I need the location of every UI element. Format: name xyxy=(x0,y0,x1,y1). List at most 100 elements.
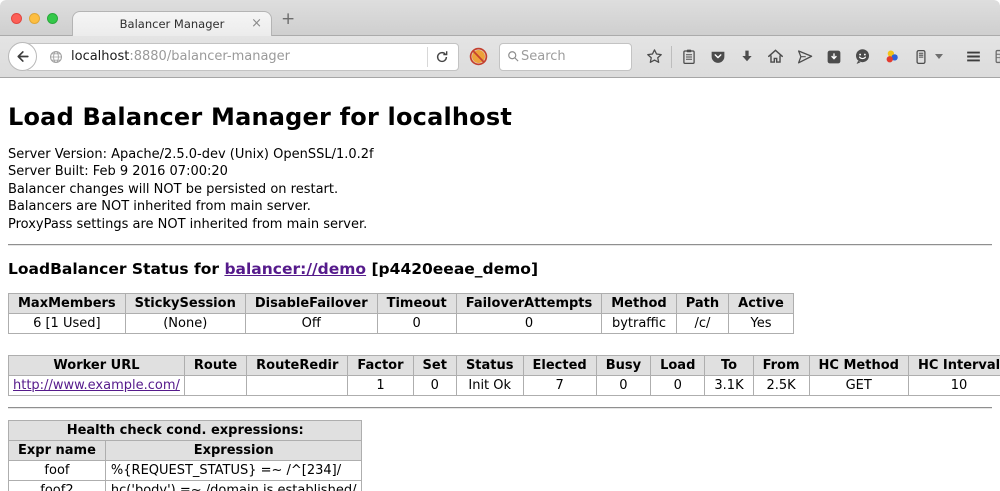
search-icon xyxy=(506,49,521,64)
content-blocked-icon[interactable] xyxy=(468,46,489,67)
window-zoom-button[interactable] xyxy=(47,13,58,24)
status-heading: LoadBalancer Status for balancer://demo … xyxy=(8,260,992,278)
column-header: Factor xyxy=(348,356,413,376)
cell: 0 xyxy=(651,376,705,396)
cell: bytraffic xyxy=(602,314,676,334)
column-header: MaxMembers xyxy=(9,294,126,314)
download-arrow-icon xyxy=(738,48,756,66)
cell: Init Ok xyxy=(456,376,523,396)
tab-close-icon[interactable]: × xyxy=(251,16,262,31)
titlebar: Balancer Manager × + xyxy=(0,0,1000,36)
info-line: Balancers are NOT inherited from main se… xyxy=(8,198,992,215)
column-header: HC Interval xyxy=(908,356,1000,376)
pocket-icon xyxy=(709,48,727,66)
cell: /c/ xyxy=(676,314,728,334)
feedback-button[interactable] xyxy=(848,42,877,71)
cell: 10 xyxy=(908,376,1000,396)
dark-square-download-icon xyxy=(825,48,843,66)
column-header: HC Method xyxy=(809,356,908,376)
table-row: 6 [1 Used] (None) Off 0 0 bytraffic /c/ … xyxy=(9,314,794,334)
table-row: http://www.example.com/ 1 0 Init Ok 7 0 … xyxy=(9,376,1000,396)
worker-url-link[interactable]: http://www.example.com/ xyxy=(13,378,180,393)
status-heading-prefix: LoadBalancer Status for xyxy=(8,260,224,278)
server-info: Server Version: Apache/2.5.0-dev (Unix) … xyxy=(8,146,992,233)
battery-list-icon xyxy=(912,48,930,66)
globe-icon xyxy=(48,49,64,65)
server-built-line: Server Built: Feb 9 2016 07:00:20 xyxy=(8,163,992,180)
colorzilla-button[interactable] xyxy=(877,42,906,71)
column-header: RouteRedir xyxy=(247,356,348,376)
browser-window: Balancer Manager × + localhost:8880/bala… xyxy=(0,0,1000,491)
column-header: Set xyxy=(413,356,456,376)
reload-button[interactable] xyxy=(434,49,458,65)
cell: 0 xyxy=(456,314,602,334)
home-button[interactable] xyxy=(761,42,790,71)
chevron-down-icon[interactable] xyxy=(935,54,943,59)
status-heading-suffix: [p4420eeae_demo] xyxy=(366,260,538,278)
cell: 2.5K xyxy=(753,376,809,396)
column-header: Worker URL xyxy=(9,356,185,376)
table-title-row: Health check cond. expressions: xyxy=(9,421,362,441)
bookmark-star-button[interactable] xyxy=(640,42,669,71)
smiley-chat-icon xyxy=(853,47,872,66)
cell: 7 xyxy=(523,376,596,396)
cell: (None) xyxy=(125,314,245,334)
url-input[interactable]: localhost:8880/balancer-manager xyxy=(71,49,421,64)
column-header: To xyxy=(705,356,753,376)
horizontal-rule xyxy=(8,407,992,409)
star-icon xyxy=(645,47,664,66)
reload-icon xyxy=(434,49,450,65)
table-extension-button[interactable] xyxy=(988,42,1000,71)
cell: 6 [1 Used] xyxy=(9,314,126,334)
column-header: From xyxy=(753,356,809,376)
column-header: Method xyxy=(602,294,676,314)
column-header: Elected xyxy=(523,356,596,376)
url-host: localhost xyxy=(71,49,129,64)
cell: Yes xyxy=(729,314,794,334)
paper-plane-icon xyxy=(796,48,814,66)
url-bar[interactable]: localhost:8880/balancer-manager xyxy=(25,43,459,71)
horizontal-rule xyxy=(8,244,992,246)
cell: 1 xyxy=(348,376,413,396)
window-minimize-button[interactable] xyxy=(29,13,40,24)
reading-list-button[interactable] xyxy=(674,42,703,71)
menu-button[interactable] xyxy=(959,42,988,71)
server-version-line: Server Version: Apache/2.5.0-dev (Unix) … xyxy=(8,146,992,163)
page-title: Load Balancer Manager for localhost xyxy=(8,78,992,131)
send-to-device-button[interactable] xyxy=(790,42,819,71)
tab-title: Balancer Manager xyxy=(120,17,225,31)
column-header: Active xyxy=(729,294,794,314)
navigation-toolbar: localhost:8880/balancer-manager xyxy=(0,36,1000,78)
downloads-button[interactable] xyxy=(732,42,761,71)
balancer-demo-link[interactable]: balancer://demo xyxy=(224,260,366,278)
new-tab-button[interactable]: + xyxy=(281,9,295,29)
url-path: :8880/balancer-manager xyxy=(129,49,290,64)
home-icon xyxy=(766,47,785,66)
search-input[interactable] xyxy=(521,49,611,64)
column-header: StickySession xyxy=(125,294,245,314)
cell: 0 xyxy=(596,376,650,396)
cell: 3.1K xyxy=(705,376,753,396)
column-header: Timeout xyxy=(377,294,456,314)
column-header: Expr name xyxy=(9,441,106,461)
divider xyxy=(671,46,672,68)
window-close-button[interactable] xyxy=(11,13,22,24)
search-bar[interactable] xyxy=(499,43,632,71)
tab-balancer-manager[interactable]: Balancer Manager × xyxy=(72,11,272,36)
info-line: Balancer changes will NOT be persisted o… xyxy=(8,181,992,198)
column-header: FailoverAttempts xyxy=(456,294,602,314)
back-button[interactable] xyxy=(8,42,37,71)
expr-name-cell: foof2 xyxy=(9,481,106,491)
page-content: Load Balancer Manager for localhost Serv… xyxy=(0,78,1000,491)
worker-table: Worker URL Route RouteRedir Factor Set S… xyxy=(8,355,1000,396)
cell: 0 xyxy=(413,376,456,396)
expression-cell: %{REQUEST_STATUS} =~ /^[234]/ xyxy=(105,461,362,481)
pocket-button[interactable] xyxy=(703,42,732,71)
hamburger-icon xyxy=(964,47,983,66)
container-button[interactable] xyxy=(906,42,935,71)
info-line: ProxyPass settings are NOT inherited fro… xyxy=(8,216,992,233)
extension-download-button[interactable] xyxy=(819,42,848,71)
table-row: foof2 hc('body') =~ /domain is establish… xyxy=(9,481,362,491)
column-header: Status xyxy=(456,356,523,376)
health-check-table: Health check cond. expressions: Expr nam… xyxy=(8,420,362,491)
